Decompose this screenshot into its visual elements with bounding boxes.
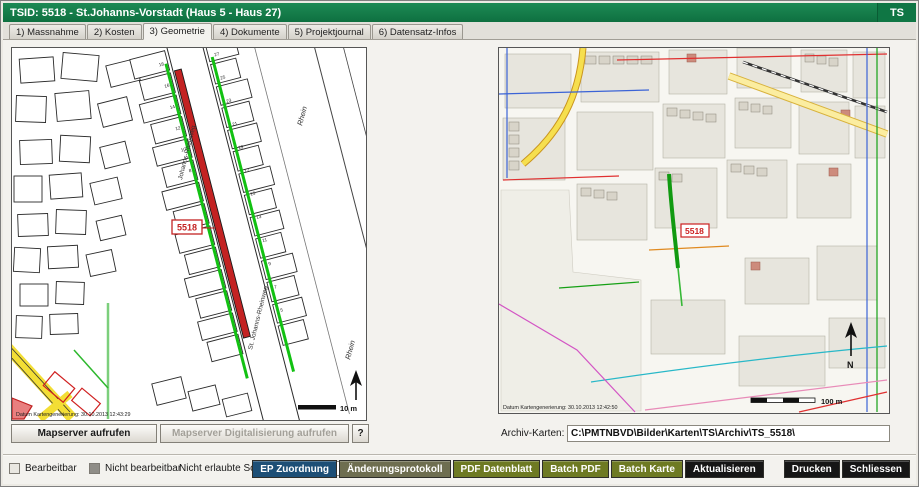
tab-4-dokumente[interactable]: 4) Dokumente [213,24,287,39]
not-editable-label: Nicht bearbeitbar [105,463,181,474]
scale-label: 100 m [821,397,843,406]
content-area: 18161412108 272523211917151311975 Johann [3,40,916,484]
tab-3-geometrie[interactable]: 3) Geometrie [143,23,212,40]
help-button[interactable]: ? [352,424,369,443]
city-map-panel: 5518 N 100 m Datum Kartengenerierung: 30… [498,47,890,414]
mapserver-button[interactable]: Mapserver aufrufen [11,424,157,443]
not-editable-swatch [89,463,100,474]
tab-bar: 1) Massnahme2) Kosten3) Geometrie4) Doku… [3,22,916,40]
archive-path-input[interactable] [567,425,890,442]
feature-id: 5518 [685,226,704,236]
window-title: TSID: 5518 - St.Johanns-Vorstadt (Haus 5… [10,7,281,19]
aktualisieren-button[interactable]: Aktualisieren [685,460,764,478]
map-date: Datum Kartengenerierung: 30.10.2013 12:4… [16,412,131,418]
cadastral-map-panel: 18161412108 272523211917151311975 Johann [11,47,367,421]
tab-6-datensatz-infos[interactable]: 6) Datensatz-Infos [372,24,464,39]
title-bar: TSID: 5518 - St.Johanns-Vorstadt (Haus 5… [3,3,916,22]
schliessen-button[interactable]: Schliessen [842,460,910,478]
pdf-datenblatt-button[interactable]: PDF Datenblatt [453,460,541,478]
batch-pdf-button[interactable]: Batch PDF [542,460,609,478]
archive-label: Archiv-Karten: [501,428,564,439]
map-date: Datum Kartengenerierung: 30.10.2013 12:4… [503,405,618,411]
tab-2-kosten[interactable]: 2) Kosten [87,24,142,39]
editable-swatch [9,463,20,474]
ep-zuordnung-button[interactable]: EP Zuordnung [252,460,337,478]
mapserver-digitalisierung-button[interactable]: Mapserver Digitalisierung aufrufen [160,424,349,443]
feature-id: 5518 [177,223,197,233]
batch-karte-button[interactable]: Batch Karte [611,460,683,478]
action-buttons: EP ZuordnungÄnderungsprotokollPDF Datenb… [252,460,910,478]
editable-label: Bearbeitbar [25,463,77,474]
änderungsprotokoll-button[interactable]: Änderungsprotokoll [339,460,451,478]
tab-1-massnahme[interactable]: 1) Massnahme [9,24,86,39]
tab-5-projektjournal[interactable]: 5) Projektjournal [288,24,371,39]
city-map-image: 5518 N 100 m Datum Kartengenerierung: 30… [499,48,889,413]
app-window: TSID: 5518 - St.Johanns-Vorstadt (Haus 5… [0,0,919,487]
north-label: N [847,360,854,370]
cadastral-map-image: 18161412108 272523211917151311975 Johann [12,48,366,420]
statusbar-separator [3,454,916,456]
feature-label: 5518 [681,224,709,237]
title-badge: TS [877,3,916,22]
scale-label: 10 m [340,404,357,413]
drucken-button[interactable]: Drucken [784,460,840,478]
